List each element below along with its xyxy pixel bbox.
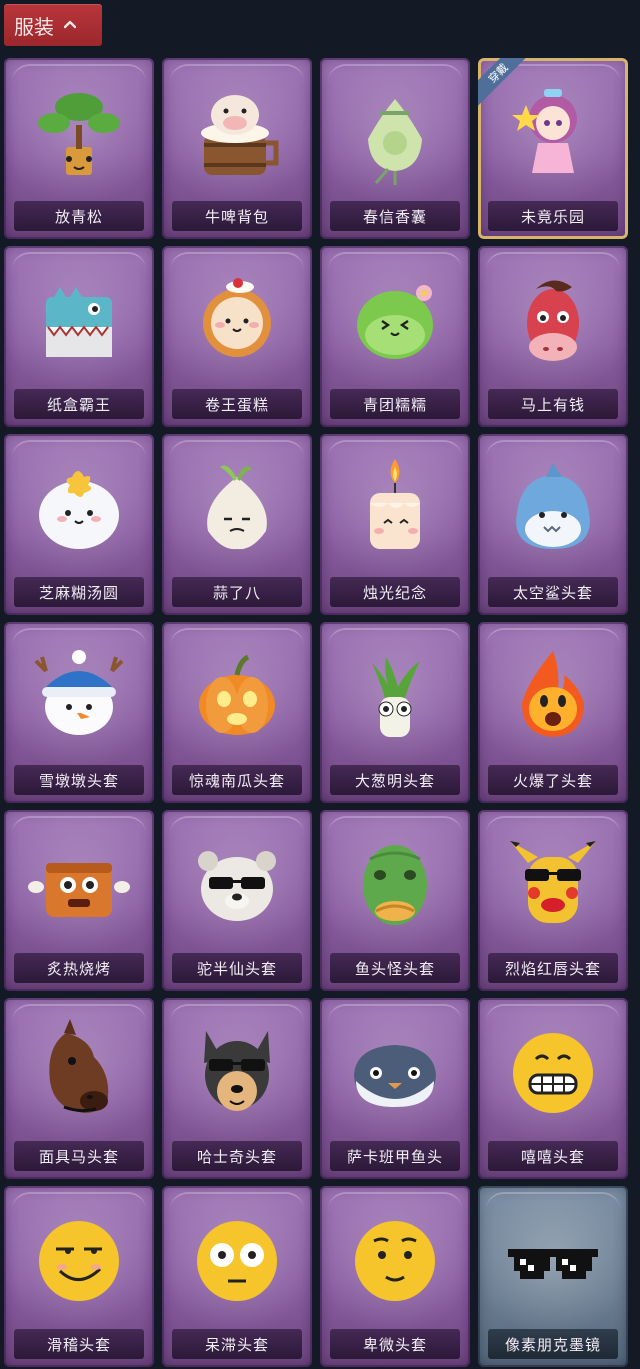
bonsai-pine-icon	[4, 68, 154, 196]
blue-fish-head-icon	[320, 1008, 470, 1136]
stare-emoji-icon	[162, 1196, 312, 1324]
costume-card[interactable]: 炙热烧烤	[4, 810, 154, 991]
husky-sunglasses-icon	[162, 1008, 312, 1136]
costume-card[interactable]: 青团糯糯	[320, 246, 470, 427]
pixel-sunglasses-icon	[478, 1196, 628, 1324]
costume-name: 纸盒霸王	[14, 389, 144, 419]
costume-name: 马上有钱	[488, 389, 618, 419]
shy-emoji-icon	[320, 1196, 470, 1324]
costume-name: 驼半仙头套	[172, 953, 302, 983]
costume-name: 芝麻糊汤圆	[14, 577, 144, 607]
costume-card[interactable]: 穿戴 未竟乐园	[478, 58, 628, 239]
costume-card[interactable]: 呆滞头套	[162, 1186, 312, 1367]
fish-head-icon	[320, 820, 470, 948]
costume-name: 烛光纪念	[330, 577, 460, 607]
costume-name: 呆滞头套	[172, 1329, 302, 1359]
costume-name: 烈焰红唇头套	[488, 953, 618, 983]
costume-name: 嘻嘻头套	[488, 1141, 618, 1171]
yellow-mouse-lips-icon	[478, 820, 628, 948]
candle-icon	[320, 444, 470, 572]
costume-card[interactable]: 蒜了八	[162, 434, 312, 615]
costume-card[interactable]: 烈焰红唇头套	[478, 810, 628, 991]
green-rice-ball-icon	[320, 256, 470, 384]
costume-grid: 放青松 牛啤背包 春信香囊 穿戴 未竟乐园纸盒霸王 卷王蛋糕 青团糯糯 马上有钱芝麻糊汤圆 蒜了…	[4, 58, 628, 1367]
costume-name: 火爆了头套	[488, 765, 618, 795]
barbecue-meat-icon	[4, 820, 154, 948]
costume-card[interactable]: 大葱明头套	[320, 622, 470, 803]
category-toggle-button[interactable]: 服装	[4, 4, 102, 46]
costume-card[interactable]: 纸盒霸王	[4, 246, 154, 427]
grin-emoji-icon	[478, 1008, 628, 1136]
green-sachet-icon	[320, 68, 470, 196]
costume-card[interactable]: 鱼头怪头套	[320, 810, 470, 991]
costume-name: 卷王蛋糕	[172, 389, 302, 419]
costume-card[interactable]: 滑稽头套	[4, 1186, 154, 1367]
costume-card[interactable]: 太空鲨头套	[478, 434, 628, 615]
roll-cake-icon	[162, 256, 312, 384]
costume-name: 牛啤背包	[172, 201, 302, 231]
costume-card[interactable]: 春信香囊	[320, 58, 470, 239]
costume-name: 面具马头套	[14, 1141, 144, 1171]
chevron-up-icon	[64, 20, 76, 29]
red-horse-head-icon	[478, 256, 628, 384]
costume-name: 像素朋克墨镜	[488, 1329, 618, 1359]
costume-card[interactable]: 雪墩墩头套	[4, 622, 154, 803]
pumpkin-head-icon	[162, 632, 312, 760]
costume-card[interactable]: 烛光纪念	[320, 434, 470, 615]
costume-card[interactable]: 嘻嘻头套	[478, 998, 628, 1179]
costume-card[interactable]: 卑微头套	[320, 1186, 470, 1367]
costume-card[interactable]: 马上有钱	[478, 246, 628, 427]
costume-name: 滑稽头套	[14, 1329, 144, 1359]
fire-head-icon	[478, 632, 628, 760]
category-label: 服装	[14, 14, 54, 39]
costume-name: 春信香囊	[330, 201, 460, 231]
costume-name: 大葱明头套	[330, 765, 460, 795]
pink-girl-doll-icon	[478, 68, 628, 196]
garlic-icon	[162, 444, 312, 572]
snowman-head-icon	[4, 632, 154, 760]
costume-name: 卑微头套	[330, 1329, 460, 1359]
costume-name: 萨卡班甲鱼头	[330, 1141, 460, 1171]
costume-name: 太空鲨头套	[488, 577, 618, 607]
costume-name: 雪墩墩头套	[14, 765, 144, 795]
horse-mask-icon	[4, 1008, 154, 1136]
bear-sunglasses-icon	[162, 820, 312, 948]
shark-head-icon	[478, 444, 628, 572]
costume-card[interactable]: 芝麻糊汤圆	[4, 434, 154, 615]
costume-card[interactable]: 哈士奇头套	[162, 998, 312, 1179]
costume-name: 未竟乐园	[488, 201, 618, 231]
cardboard-dinosaur-icon	[4, 256, 154, 384]
costume-card[interactable]: 驼半仙头套	[162, 810, 312, 991]
costume-name: 炙热烧烤	[14, 953, 144, 983]
costume-card[interactable]: 火爆了头套	[478, 622, 628, 803]
costume-name: 放青松	[14, 201, 144, 231]
costume-card[interactable]: 卷王蛋糕	[162, 246, 312, 427]
costume-name: 鱼头怪头套	[330, 953, 460, 983]
sesame-dumpling-icon	[4, 444, 154, 572]
costume-name: 蒜了八	[172, 577, 302, 607]
scallion-head-icon	[320, 632, 470, 760]
costume-name: 惊魂南瓜头套	[172, 765, 302, 795]
costume-name: 哈士奇头套	[172, 1141, 302, 1171]
smirk-emoji-icon	[4, 1196, 154, 1324]
costume-card[interactable]: 像素朋克墨镜	[478, 1186, 628, 1367]
costume-card[interactable]: 萨卡班甲鱼头	[320, 998, 470, 1179]
costume-card[interactable]: 惊魂南瓜头套	[162, 622, 312, 803]
cow-beer-barrel-icon	[162, 68, 312, 196]
costume-card[interactable]: 放青松	[4, 58, 154, 239]
costume-card[interactable]: 牛啤背包	[162, 58, 312, 239]
costume-name: 青团糯糯	[330, 389, 460, 419]
costume-card[interactable]: 面具马头套	[4, 998, 154, 1179]
